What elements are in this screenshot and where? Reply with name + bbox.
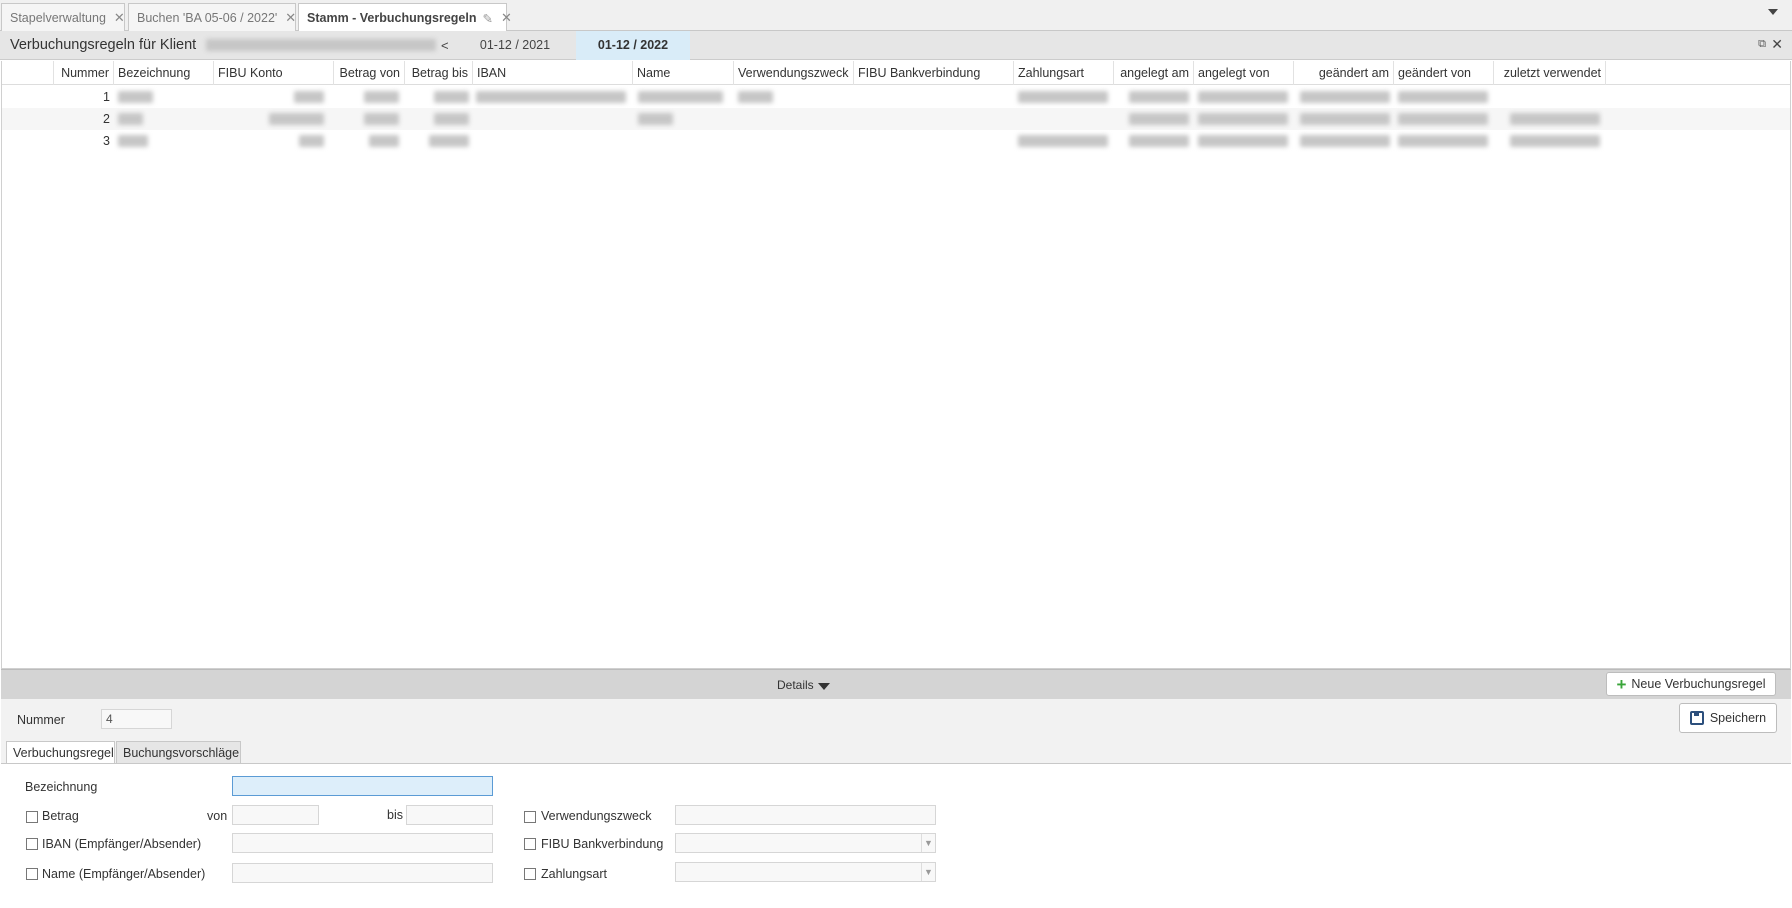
cell-nummer: 1 xyxy=(103,90,110,104)
column-header-angelegt-von[interactable]: angelegt von xyxy=(1194,61,1294,85)
save-button-label: Speichern xyxy=(1709,711,1767,725)
details-label: Details xyxy=(777,678,814,692)
tab-label: Stapelverwaltung xyxy=(10,10,106,25)
tab-buchungsvorschlaege[interactable]: Buchungsvorschläge xyxy=(116,741,241,764)
pencil-icon: ✎ xyxy=(482,11,493,26)
tab-menu-dropdown-icon[interactable] xyxy=(1768,9,1778,15)
tab-stamm-verbuchungsregeln[interactable]: Stamm - Verbuchungsregeln ✎ ✕ xyxy=(298,3,512,32)
previous-year-button[interactable]: < xyxy=(441,38,449,53)
save-button[interactable]: Speichern xyxy=(1679,703,1777,733)
year-option-2022[interactable]: 01-12 / 2022 xyxy=(576,31,690,60)
name-input[interactable] xyxy=(232,863,493,883)
zahlungsart-label: Zahlungsart xyxy=(541,867,608,881)
betrag-label: Betrag xyxy=(42,809,79,823)
bezeichnung-label: Bezeichnung xyxy=(25,780,98,794)
redacted-row-content xyxy=(114,108,1604,130)
column-header-betrag-von[interactable]: Betrag von xyxy=(334,61,405,85)
popout-icon[interactable]: ⧉ xyxy=(1758,38,1766,51)
column-header-iban[interactable]: IBAN xyxy=(473,61,633,85)
year-option-2021[interactable]: 01-12 / 2021 xyxy=(470,31,560,60)
betrag-bis-input[interactable] xyxy=(406,805,493,825)
iban-checkbox[interactable] xyxy=(26,838,38,850)
close-icon[interactable]: ✕ xyxy=(285,10,296,26)
column-header-bezeichnung[interactable]: Bezeichnung xyxy=(114,61,214,85)
verwendungszweck-input[interactable] xyxy=(675,805,936,825)
name-label: Name (Empfänger/Absender) xyxy=(42,867,206,881)
close-icon[interactable]: ✕ xyxy=(1771,36,1783,53)
verwendungszweck-label: Verwendungszweck xyxy=(541,809,652,823)
fibu-bankverbindung-select[interactable]: ▼ xyxy=(675,833,936,853)
name-checkbox[interactable] xyxy=(26,868,38,880)
cell-nummer: 2 xyxy=(103,112,110,126)
close-icon[interactable]: ✕ xyxy=(114,10,125,26)
nummer-field[interactable]: 4 xyxy=(101,709,172,729)
cell-nummer: 3 xyxy=(103,134,110,148)
caret-down-icon xyxy=(818,683,830,690)
iban-input[interactable] xyxy=(232,833,493,853)
tab-label: Stamm - Verbuchungsregeln xyxy=(307,11,477,25)
column-selector xyxy=(2,61,54,85)
new-rule-button-label: Neue Verbuchungsregel xyxy=(1631,677,1766,691)
chevron-down-icon[interactable]: ▼ xyxy=(921,834,935,852)
title-bar: Verbuchungsregeln für Klient < 01-12 / 2… xyxy=(0,31,1792,60)
column-header-betrag-bis[interactable]: Betrag bis xyxy=(405,61,473,85)
column-header-fibu-konto[interactable]: FIBU Konto xyxy=(214,61,334,85)
column-header-angelegt-am[interactable]: angelegt am xyxy=(1114,61,1194,85)
column-header-nummer[interactable]: Nummer xyxy=(54,61,114,85)
bezeichnung-input[interactable] xyxy=(232,776,493,796)
fibu-bankverbindung-checkbox[interactable] xyxy=(524,838,536,850)
save-icon xyxy=(1689,711,1704,725)
tab-stapelverwaltung[interactable]: Stapelverwaltung ✕ xyxy=(1,3,125,31)
close-icon[interactable]: ✕ xyxy=(501,10,512,26)
iban-label: IBAN (Empfänger/Absender) xyxy=(42,837,202,851)
table-row[interactable]: 1 xyxy=(2,86,1790,108)
page-title: Verbuchungsregeln für Klient xyxy=(10,37,437,53)
column-header-zuletzt-verwendet[interactable]: zuletzt verwendet xyxy=(1494,61,1606,85)
table-row[interactable]: 3 xyxy=(2,130,1790,152)
column-header-name[interactable]: Name xyxy=(633,61,734,85)
client-name-redacted xyxy=(206,39,437,52)
page-title-text: Verbuchungsregeln für Klient xyxy=(10,37,197,53)
document-tab-bar: Stapelverwaltung ✕ Buchen 'BA 05-06 / 20… xyxy=(0,0,1792,32)
table-header: Nummer Bezeichnung FIBU Konto Betrag von… xyxy=(2,61,1790,85)
bis-label: bis xyxy=(387,808,403,822)
column-header-zahlungsart[interactable]: Zahlungsart xyxy=(1014,61,1114,85)
redacted-row-content xyxy=(114,86,1604,108)
von-label: von xyxy=(207,809,228,823)
zahlungsart-select[interactable]: ▼ xyxy=(675,862,936,882)
new-rule-button[interactable]: + Neue Verbuchungsregel xyxy=(1606,672,1776,696)
redacted-row-content xyxy=(114,130,1604,152)
rules-table: Nummer Bezeichnung FIBU Konto Betrag von… xyxy=(1,61,1791,669)
zahlungsart-checkbox[interactable] xyxy=(524,868,536,880)
column-header-geaendert-am[interactable]: geändert am xyxy=(1294,61,1394,85)
tab-label: Buchen 'BA 05-06 / 2022' xyxy=(137,10,278,25)
verwendungszweck-checkbox[interactable] xyxy=(524,811,536,823)
column-header-verwendungszweck[interactable]: Verwendungszweck xyxy=(734,61,854,85)
fibu-bankverbindung-label: FIBU Bankverbindung xyxy=(541,837,664,851)
table-row[interactable]: 2 xyxy=(2,108,1790,130)
tab-verbuchungsregel[interactable]: Verbuchungsregel xyxy=(6,741,115,764)
nummer-label: Nummer xyxy=(17,713,65,727)
betrag-checkbox[interactable] xyxy=(26,811,38,823)
betrag-von-input[interactable] xyxy=(232,805,319,825)
tab-buchen[interactable]: Buchen 'BA 05-06 / 2022' ✕ xyxy=(128,3,296,31)
plus-icon: + xyxy=(1616,674,1627,694)
column-header-fibu-bankverbindung[interactable]: FIBU Bankverbindung xyxy=(854,61,1014,85)
column-header-geaendert-von[interactable]: geändert von xyxy=(1394,61,1494,85)
chevron-down-icon[interactable]: ▼ xyxy=(921,863,935,881)
details-toggle-bar[interactable]: Details xyxy=(1,669,1791,699)
